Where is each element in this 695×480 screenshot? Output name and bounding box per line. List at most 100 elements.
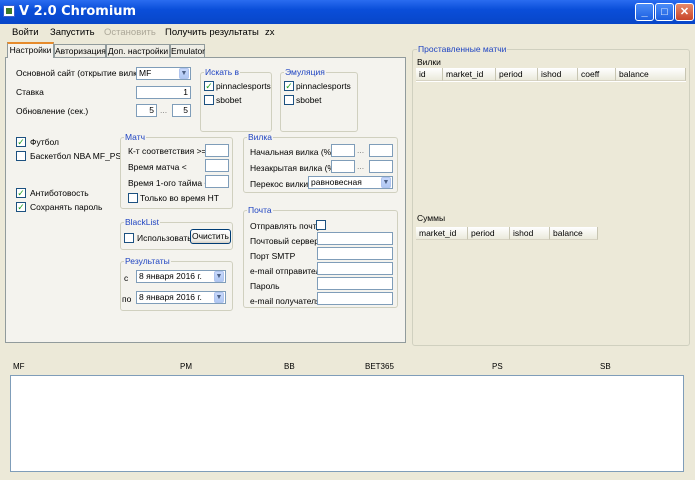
sums-label: Суммы xyxy=(417,213,446,223)
ht-only-checkbox[interactable] xyxy=(128,193,138,203)
main-site-label: Основной сайт (открытие вилки) xyxy=(16,68,145,78)
blacklist-use-checkbox[interactable] xyxy=(124,233,134,243)
search-pinnacle-label: pinnaclesports xyxy=(216,81,271,91)
mail-password-label: Пароль xyxy=(250,281,280,291)
basketball-checkbox[interactable] xyxy=(16,151,26,161)
maximize-button[interactable]: □ xyxy=(655,3,674,21)
placed-matches-group xyxy=(412,49,690,346)
menu-stop[interactable]: Остановить xyxy=(104,27,156,38)
sender-email-input[interactable] xyxy=(317,262,393,275)
tab-emulator[interactable]: Emulator xyxy=(170,44,205,58)
mail-server-input[interactable] xyxy=(317,232,393,245)
sender-email-label: e-mail отправителя xyxy=(250,266,326,276)
title-bar[interactable]: V 2.0 Chromium _ □ ✕ xyxy=(0,0,695,24)
tab-settings[interactable]: Настройки xyxy=(7,42,54,58)
emulation-sbobet-label: sbobet xyxy=(296,95,322,105)
minimize-icon: _ xyxy=(641,6,648,18)
forks-label: Вилки xyxy=(417,57,441,67)
calendar-dropdown-icon[interactable]: ▼ xyxy=(214,292,224,303)
smtp-port-input[interactable] xyxy=(317,247,393,260)
first-half-label: Время 1-ого тайма < xyxy=(128,178,210,188)
forks-col-market-id[interactable]: market_id xyxy=(443,68,496,81)
mail-server-label: Почтовый сервер xyxy=(250,236,319,246)
blacklist-clear-button[interactable]: Очистить xyxy=(190,229,231,244)
mail-password-input[interactable] xyxy=(317,277,393,290)
smtp-port-label: Порт SMTP xyxy=(250,251,296,261)
bookmaker-label-ps: PS xyxy=(492,362,503,371)
search-pinnacle-checkbox[interactable]: ✓ xyxy=(204,81,214,91)
forks-col-balance[interactable]: balance xyxy=(616,68,686,81)
sums-col-ishod[interactable]: ishod xyxy=(510,227,550,240)
save-password-checkbox[interactable]: ✓ xyxy=(16,202,26,212)
match-time-input[interactable] xyxy=(205,159,229,172)
send-mail-label: Отправлять почту xyxy=(250,221,321,231)
update-to-input[interactable]: 5 xyxy=(172,104,191,117)
update-separator: ... xyxy=(160,105,168,115)
football-checkbox[interactable]: ✓ xyxy=(16,137,26,147)
placed-matches-title: Проставленные матчи xyxy=(417,44,508,54)
menu-get-results[interactable]: Получить результаты xyxy=(165,27,259,38)
menu-bar: Войти Запустить Остановить Получить резу… xyxy=(0,24,695,41)
fork-title: Вилка xyxy=(247,132,274,142)
match-title: Матч xyxy=(124,132,147,142)
sums-col-period[interactable]: period xyxy=(468,227,510,240)
log-textarea[interactable] xyxy=(10,375,684,472)
menu-zx[interactable]: zx xyxy=(265,27,275,38)
initial-fork-label: Начальная вилка (%) xyxy=(250,147,335,157)
fork-skew-label: Перекос вилки xyxy=(250,179,309,189)
tab-authorization[interactable]: Авторизация xyxy=(54,44,106,58)
search-sbobet-checkbox[interactable] xyxy=(204,95,214,105)
results-title: Результаты xyxy=(124,256,171,266)
antibot-label: Антиботовость xyxy=(30,188,89,198)
forks-col-period[interactable]: period xyxy=(496,68,538,81)
results-from-label: с xyxy=(124,273,129,283)
initial-fork-from-input[interactable] xyxy=(331,144,355,157)
update-from-input[interactable]: 5 xyxy=(136,104,157,117)
forks-col-id[interactable]: id xyxy=(416,68,443,81)
menu-start[interactable]: Запустить xyxy=(50,27,95,38)
window-title: V 2.0 Chromium xyxy=(19,4,137,19)
tab-extra-settings[interactable]: Доп. настройки xyxy=(106,44,170,58)
blacklist-title: BlackList xyxy=(124,217,161,227)
unclosed-fork-separator: ... xyxy=(357,161,365,171)
bookmaker-label-bet365: BET365 xyxy=(365,362,394,371)
search-in-title: Искать в xyxy=(204,67,241,77)
results-to-date[interactable]: 8 января 2016 г. xyxy=(136,291,226,304)
sums-col-balance[interactable]: balance xyxy=(550,227,598,240)
bookmaker-label-pm: PM xyxy=(180,362,192,371)
forks-col-ishod[interactable]: ishod xyxy=(538,68,578,81)
unclosed-fork-to-input[interactable] xyxy=(369,160,393,173)
stake-input[interactable]: 1 xyxy=(136,86,191,99)
calendar-dropdown-icon[interactable]: ▼ xyxy=(214,271,224,282)
minimize-button[interactable]: _ xyxy=(635,3,654,21)
initial-fork-separator: ... xyxy=(357,145,365,155)
chevron-down-icon[interactable]: ▼ xyxy=(179,68,189,79)
forks-col-coeff[interactable]: coeff xyxy=(578,68,616,81)
fork-skew-value: равновесная xyxy=(311,177,362,187)
match-coef-input[interactable] xyxy=(205,144,229,157)
bookmaker-label-bb: BB xyxy=(284,362,295,371)
maximize-icon: □ xyxy=(661,6,668,18)
chevron-down-icon[interactable]: ▼ xyxy=(381,177,391,188)
recipient-email-input[interactable] xyxy=(317,292,393,305)
basketball-label: Баскетбол NBA MF_PS xyxy=(30,151,122,161)
bookmaker-label-sb: SB xyxy=(600,362,611,371)
antibot-checkbox[interactable]: ✓ xyxy=(16,188,26,198)
bookmaker-label-mf: MF xyxy=(13,362,25,371)
mail-title: Почта xyxy=(247,205,273,215)
menu-login[interactable]: Войти xyxy=(12,27,39,38)
send-mail-checkbox[interactable] xyxy=(316,220,326,230)
first-half-input[interactable] xyxy=(205,175,229,188)
match-coef-label: К-т соответствия >= xyxy=(128,146,207,156)
sums-col-market-id[interactable]: market_id xyxy=(416,227,468,240)
close-button[interactable]: ✕ xyxy=(675,3,694,21)
save-password-label: Сохранять пароль xyxy=(30,202,103,212)
stake-label: Ставка xyxy=(16,87,44,97)
ht-only-label: Только во время HT xyxy=(140,193,219,203)
emulation-sbobet-checkbox[interactable] xyxy=(284,95,294,105)
initial-fork-to-input[interactable] xyxy=(369,144,393,157)
match-time-label: Время матча < xyxy=(128,162,187,172)
results-from-date[interactable]: 8 января 2016 г. xyxy=(136,270,226,283)
emulation-pinnacle-checkbox[interactable]: ✓ xyxy=(284,81,294,91)
unclosed-fork-from-input[interactable] xyxy=(331,160,355,173)
